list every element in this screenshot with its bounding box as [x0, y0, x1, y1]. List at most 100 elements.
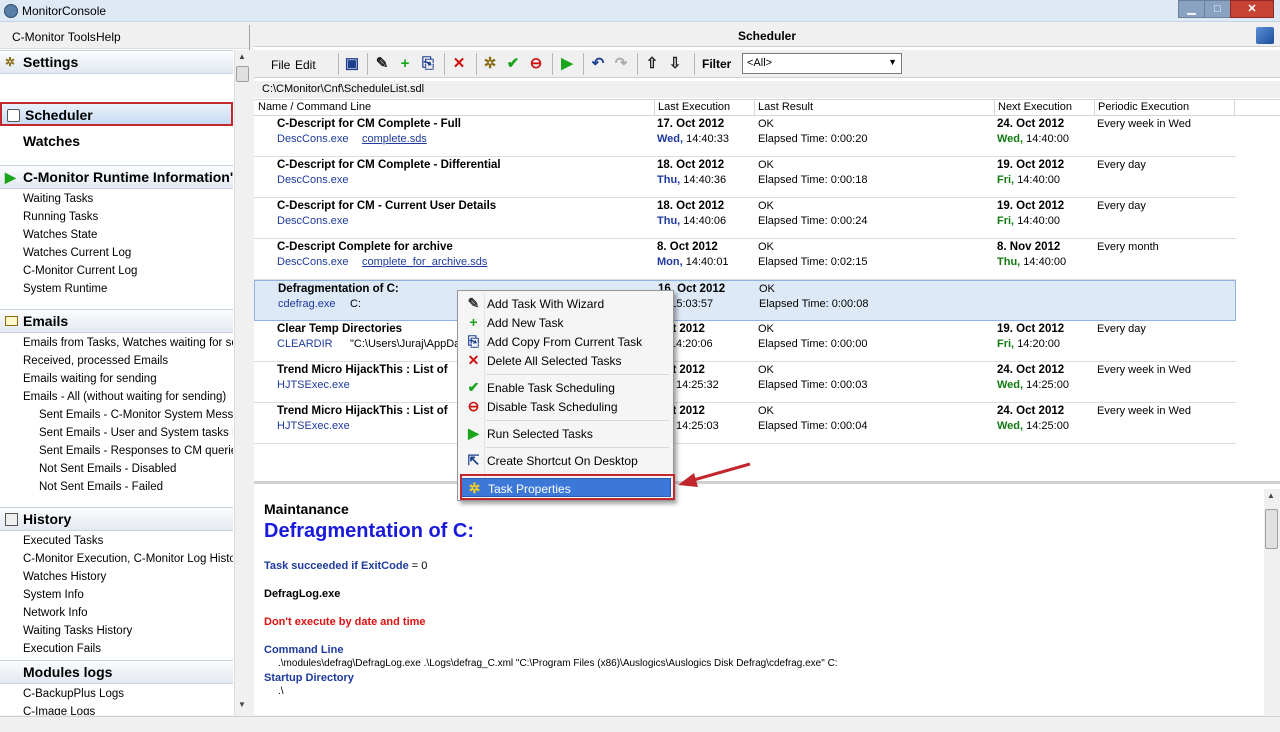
nav-item[interactable]: Emails - All (without waiting for sendin… [23, 391, 226, 403]
move-up-icon[interactable]: ⇧ [643, 55, 661, 73]
col-name[interactable]: Name / Command Line [258, 101, 371, 113]
task-argument[interactable]: complete_for_archive.sds [362, 256, 487, 268]
menu-run-selected[interactable]: ▶ Run Selected Tasks [460, 424, 671, 443]
scroll-up-arrow-icon[interactable]: ▲ [1267, 491, 1275, 500]
shortcut-icon: ⇱ [467, 452, 480, 468]
highlight-box [460, 474, 675, 500]
properties-gear-icon[interactable]: ✲ [481, 55, 499, 73]
nav-item[interactable]: C-BackupPlus Logs [23, 688, 124, 700]
task-row[interactable]: C-Descript for CM Complete - Differentia… [254, 157, 1236, 198]
nav-scrollbar[interactable]: ▲ ▼ [234, 50, 250, 715]
menu-add-copy[interactable]: ⎘ Add Copy From Current Task [460, 332, 671, 351]
toolbar-separator [367, 53, 368, 75]
redo-icon[interactable]: ↷ [612, 55, 630, 73]
task-argument[interactable]: complete.sds [362, 133, 427, 145]
col-last-execution[interactable]: Last Execution [658, 101, 730, 113]
minimize-button[interactable]: ▁ [1178, 0, 1204, 18]
add-copy-icon[interactable]: ⎘ [419, 55, 437, 73]
save-icon[interactable]: ▣ [343, 55, 361, 73]
nav-item[interactable]: Network Info [23, 607, 88, 619]
task-row[interactable]: C-Descript for CM Complete - Full DescCon… [254, 116, 1236, 157]
nav-watches[interactable]: Watches [0, 129, 233, 153]
nav-item[interactable]: Watches History [23, 571, 106, 583]
col-periodic-execution[interactable]: Periodic Execution [1098, 101, 1189, 113]
nav-item[interactable]: Not Sent Emails - Failed [39, 481, 163, 493]
nav-item[interactable]: Watches State [23, 229, 97, 241]
nav-item[interactable]: Waiting Tasks [23, 193, 93, 205]
last-result: OK [758, 364, 774, 376]
scroll-thumb[interactable] [236, 66, 249, 82]
nav-runtime-header[interactable]: ▶ C-Monitor Runtime Information' [0, 165, 233, 189]
menu-edit[interactable]: Edit [295, 58, 316, 72]
nav-item[interactable]: C-Monitor Current Log [23, 265, 137, 277]
task-row[interactable]: Trend Micro HijackThis : List of HJTSExec… [254, 403, 1236, 444]
last-execution-date: 8. Oct 2012 [657, 241, 718, 253]
add-new-task-icon[interactable]: + [396, 55, 414, 73]
task-row[interactable]: Trend Micro HijackThis : List of HJTSExec… [254, 362, 1236, 403]
nav-item[interactable]: Running Tasks [23, 211, 98, 223]
column-divider[interactable] [754, 100, 755, 116]
menu-disable-scheduling[interactable]: ⊖ Disable Task Scheduling [460, 397, 671, 416]
col-next-execution[interactable]: Next Execution [998, 101, 1072, 113]
nav-history-header[interactable]: History [0, 507, 233, 531]
filter-select[interactable]: <All> ▼ [742, 53, 902, 74]
nav-emails-header[interactable]: Emails [0, 309, 233, 333]
nav-scheduler[interactable]: Scheduler [0, 102, 233, 126]
menu-delete-selected[interactable]: ✕ Delete All Selected Tasks [460, 351, 671, 370]
column-divider[interactable] [1234, 100, 1235, 116]
move-down-icon[interactable]: ⇩ [666, 55, 684, 73]
disable-icon[interactable]: ⊖ [527, 55, 545, 73]
next-execution-clock: 14:40:00 [1017, 174, 1061, 186]
column-divider[interactable] [1094, 100, 1095, 116]
col-last-result[interactable]: Last Result [758, 101, 813, 113]
app-logo-icon [1256, 27, 1274, 44]
nav-item[interactable]: Watches Current Log [23, 247, 131, 259]
add-task-wizard-icon[interactable]: ✎ [373, 55, 391, 73]
nav-item[interactable]: System Runtime [23, 283, 107, 295]
close-button[interactable]: ✕ [1230, 0, 1274, 18]
next-execution-date: 19. Oct 2012 [997, 200, 1065, 212]
task-row[interactable]: Clear Temp Directories CLEARDIR "C:\Users\… [254, 321, 1236, 362]
menu-cmonitor-tools[interactable]: C-Monitor Tools [12, 30, 96, 44]
next-execution-date: 8. Nov 2012 [997, 241, 1061, 253]
nav-item[interactable]: Execution Fails [23, 643, 101, 655]
menu-add-new-task[interactable]: + Add New Task [460, 313, 671, 332]
copy-icon: ⎘ [467, 333, 480, 349]
task-row[interactable]: C-Descript Complete for archive DescCons.… [254, 239, 1236, 280]
nav-item[interactable]: Emails from Tasks, Watches waiting for s… [23, 337, 233, 349]
menu-create-shortcut[interactable]: ⇱ Create Shortcut On Desktop [460, 451, 671, 470]
elapsed-time: Elapsed Time: 0:00:00 [758, 338, 868, 350]
nav-item[interactable]: C-Image Logs [23, 706, 95, 715]
nav-item[interactable]: Not Sent Emails - Disabled [39, 463, 176, 475]
scroll-thumb[interactable] [1265, 509, 1278, 549]
maximize-button[interactable]: □ [1204, 0, 1230, 18]
nav-item[interactable]: Received, processed Emails [23, 355, 168, 367]
nav-modules-header[interactable]: Modules logs [0, 660, 233, 684]
detail-scrollbar[interactable]: ▲ [1264, 489, 1280, 715]
nav-item[interactable]: Sent Emails - C-Monitor System Message [39, 409, 233, 421]
undo-icon[interactable]: ↶ [589, 55, 607, 73]
nav-item[interactable]: Waiting Tasks History [23, 625, 132, 637]
scroll-down-arrow-icon[interactable]: ▼ [238, 700, 246, 709]
menu-enable-scheduling[interactable]: ✔ Enable Task Scheduling [460, 378, 671, 397]
delete-icon[interactable]: ✕ [450, 55, 468, 73]
menu-add-task-wizard[interactable]: ✎ Add Task With Wizard [460, 294, 671, 313]
task-row[interactable]: Defragmentation of C: cdefrag.exe C: 16. Oc… [254, 280, 1236, 321]
enable-check-icon[interactable]: ✔ [504, 55, 522, 73]
scroll-up-arrow-icon[interactable]: ▲ [238, 52, 246, 61]
detail-title: Defragmentation of C: [264, 520, 474, 542]
nav-settings[interactable]: ✲ Settings [0, 50, 233, 74]
menu-help[interactable]: Help [96, 30, 121, 44]
column-divider[interactable] [994, 100, 995, 116]
task-name: Trend Micro HijackThis : List of [277, 364, 448, 376]
column-divider[interactable] [654, 100, 655, 116]
nav-item[interactable]: C-Monitor Execution, C-Monitor Log Histo… [23, 553, 233, 565]
task-row[interactable]: C-Descript for CM - Current User Details… [254, 198, 1236, 239]
menu-file[interactable]: File [271, 58, 290, 72]
nav-item[interactable]: Sent Emails - User and System tasks Res [39, 427, 233, 439]
nav-item[interactable]: System Info [23, 589, 84, 601]
nav-item[interactable]: Executed Tasks [23, 535, 103, 547]
run-icon[interactable]: ▶ [558, 55, 576, 73]
nav-item[interactable]: Emails waiting for sending [23, 373, 157, 385]
nav-item[interactable]: Sent Emails - Responses to CM queries [39, 445, 233, 457]
